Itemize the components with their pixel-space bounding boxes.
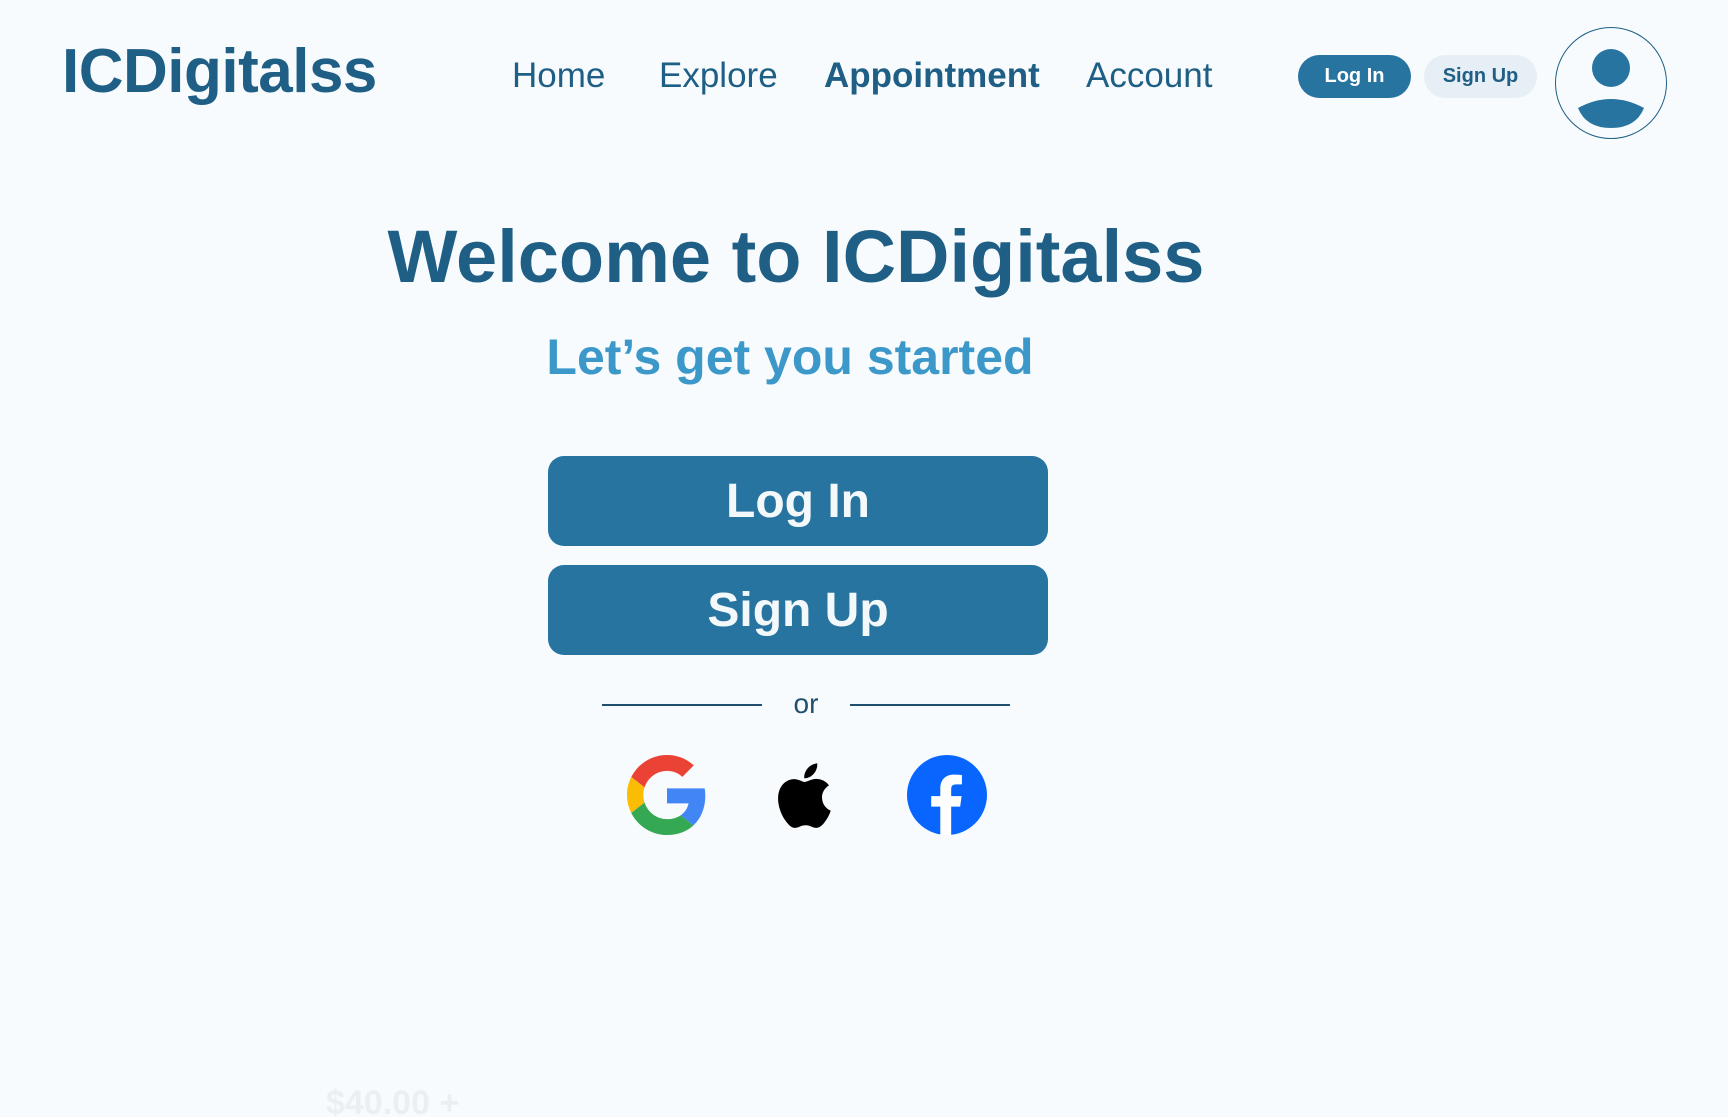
page-title: Welcome to ICDigitalss xyxy=(387,215,1205,298)
nav-account[interactable]: Account xyxy=(1086,52,1212,100)
divider-right xyxy=(850,704,1010,706)
nav-appointment[interactable]: Appointment xyxy=(824,52,1040,100)
apple-icon[interactable] xyxy=(766,755,846,835)
nav-home[interactable]: Home xyxy=(512,52,605,100)
signup-button[interactable]: Sign Up xyxy=(548,565,1048,655)
avatar[interactable] xyxy=(1555,27,1667,139)
header-login-button[interactable]: Log In xyxy=(1298,55,1411,98)
divider-left xyxy=(602,704,762,706)
page: ICDigitalss Home Explore Appointment Acc… xyxy=(0,0,1728,1117)
divider-text: or xyxy=(793,688,819,719)
header-signup-button[interactable]: Sign Up xyxy=(1424,55,1537,98)
facebook-icon[interactable] xyxy=(907,755,987,835)
page-subtitle: Let’s get you started xyxy=(546,329,1034,385)
logo[interactable]: ICDigitalss xyxy=(62,34,377,110)
login-button[interactable]: Log In xyxy=(548,456,1048,546)
background-price-text: $40.00 + xyxy=(326,1084,460,1117)
user-avatar-icon xyxy=(1578,49,1644,128)
google-icon[interactable] xyxy=(627,755,707,835)
nav-explore[interactable]: Explore xyxy=(659,52,778,100)
